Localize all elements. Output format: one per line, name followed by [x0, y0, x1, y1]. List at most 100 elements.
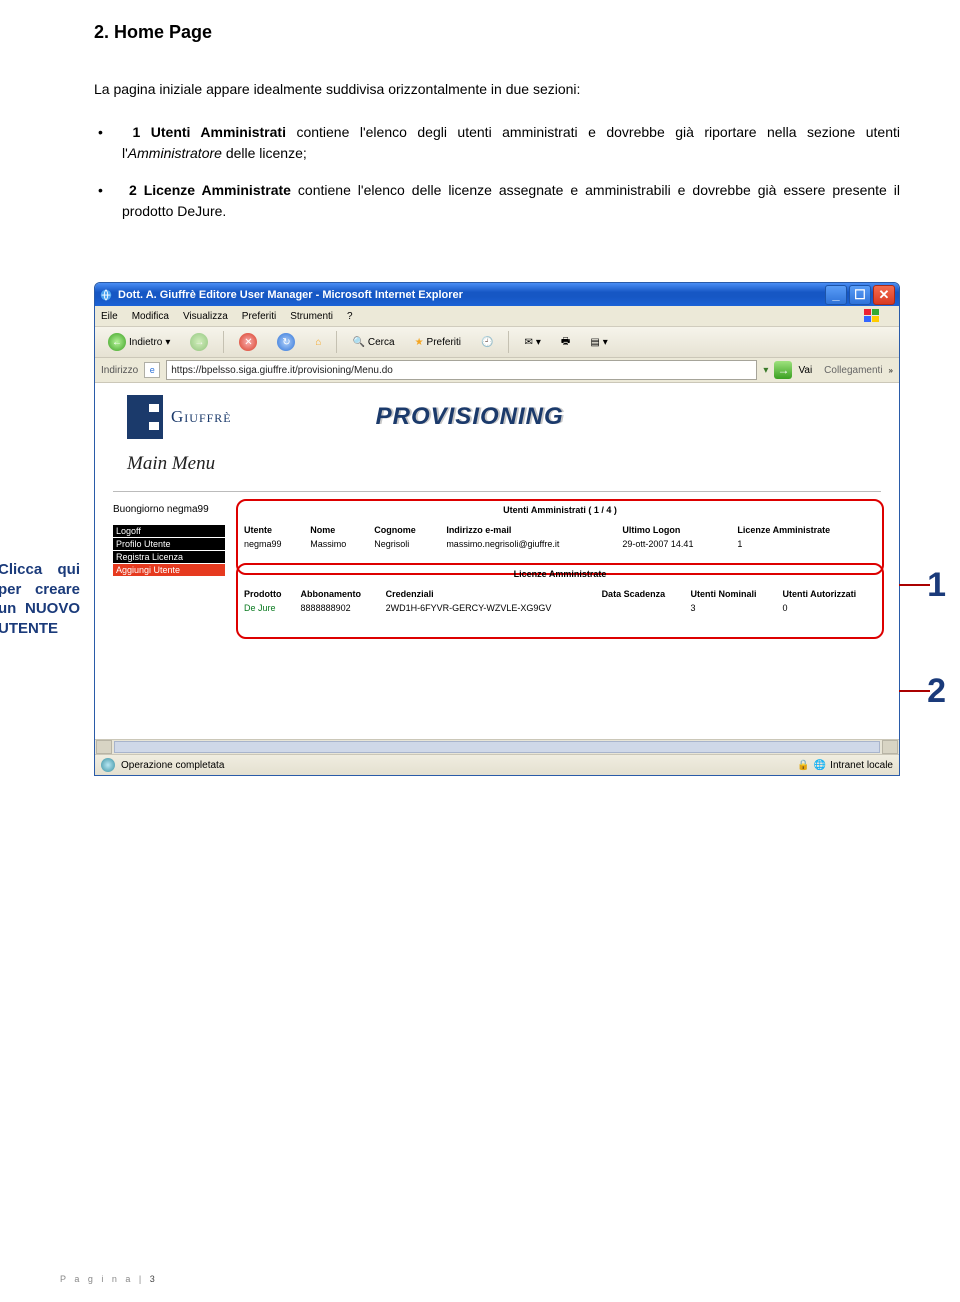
cell-nome: Massimo [306, 537, 370, 551]
windows-flag-icon [863, 308, 881, 324]
col-credenziali: Credenziali [382, 587, 598, 601]
sidebar-link-profile[interactable]: Profilo Utente [113, 538, 225, 550]
address-bar: Indirizzo e https://bpelsso.siga.giuffre… [95, 358, 899, 383]
toolbar: ← Indietro ▾ → ✕ ↻ ⌂ 🔍Cerca ★Preferiti 🕘… [95, 327, 899, 358]
status-icon [101, 758, 115, 772]
table-row: negma99 Massimo Negrisoli massimo.negris… [240, 537, 880, 551]
links-label[interactable]: Collegamenti [824, 365, 882, 376]
print-icon: 🖶 [561, 334, 570, 351]
intro-text: La pagina iniziale appare idealmente sud… [94, 79, 900, 100]
col-email: Indirizzo e-mail [442, 523, 618, 537]
col-nome: Nome [306, 523, 370, 537]
mail-icon: ✉ [524, 337, 532, 348]
users-box: Utenti Amministrati ( 1 / 4 ) Utente Nom… [239, 504, 881, 552]
window-close-button[interactable]: ✕ [873, 285, 895, 305]
mail-button[interactable]: ✉▾ [517, 330, 547, 354]
print-button[interactable]: 🖶 [554, 330, 577, 354]
history-button[interactable]: 🕘 [474, 330, 500, 354]
brand-text: Giuffrè [171, 407, 232, 427]
search-button[interactable]: 🔍Cerca [345, 330, 401, 354]
go-button[interactable]: → [774, 361, 792, 379]
refresh-icon: ↻ [277, 333, 295, 351]
page-icon: e [144, 362, 160, 378]
address-label: Indirizzo [101, 365, 138, 376]
brand-logo: Giuffrè [127, 395, 232, 439]
back-icon: ← [108, 333, 126, 351]
refresh-button[interactable]: ↻ [270, 330, 302, 354]
licenses-box: Licenze Amministrate Prodotto Abbonament… [239, 568, 881, 616]
separator [223, 331, 224, 353]
bullet-num: 2 [129, 182, 137, 198]
main-panel: Utenti Amministrati ( 1 / 4 ) Utente Nom… [239, 504, 881, 632]
globe-icon: 🌐 [814, 760, 826, 771]
chevron-right-icon: » [889, 366, 893, 375]
history-icon: 🕘 [481, 337, 493, 348]
menu-view[interactable]: Visualizza [183, 311, 228, 322]
stop-button[interactable]: ✕ [232, 330, 264, 354]
cell-logon: 29-ott-2007 14.41 [618, 537, 733, 551]
window-minimize-button[interactable]: _ [825, 285, 847, 305]
sidebar-link-register-license[interactable]: Registra Licenza [113, 551, 225, 563]
licenses-table: Prodotto Abbonamento Credenziali Data Sc… [240, 587, 880, 615]
star-icon: ★ [415, 337, 424, 348]
scroll-left-icon[interactable] [96, 740, 112, 754]
stop-icon: ✕ [239, 333, 257, 351]
menu-tools[interactable]: Strumenti [290, 311, 333, 322]
col-nominali: Utenti Nominali [686, 587, 778, 601]
cell-prodotto: De Jure [240, 601, 297, 615]
menu-favorites[interactable]: Preferiti [242, 311, 276, 322]
go-label: Vai [798, 365, 812, 376]
col-utente: Utente [240, 523, 306, 537]
cell-lic: 1 [733, 537, 880, 551]
callout-text: Clicca qui per creare un NUOVO UTENTE [0, 560, 80, 638]
window-maximize-button[interactable]: ☐ [849, 285, 871, 305]
cell-cognome: Negrisoli [370, 537, 442, 551]
cell-nom: 3 [686, 601, 778, 615]
favorites-button[interactable]: ★Preferiti [408, 330, 468, 354]
chevron-down-icon[interactable]: ▾ [763, 365, 768, 376]
col-prodotto: Prodotto [240, 587, 297, 601]
product-link[interactable]: De Jure [244, 603, 276, 613]
status-bar: Operazione completata 🔒 🌐 Intranet local… [95, 754, 899, 775]
sidebar-link-logoff[interactable]: Logoff [113, 525, 225, 537]
forward-icon: → [190, 333, 208, 351]
back-button[interactable]: ← Indietro ▾ [101, 330, 177, 354]
menu-file[interactable]: Eile [101, 311, 118, 322]
bullet-num: 1 [132, 124, 140, 140]
page-heading: PROVISIONING [376, 403, 564, 431]
col-cognome: Cognome [370, 523, 442, 537]
edit-button[interactable]: ▤▾ [583, 330, 614, 354]
horizontal-scrollbar[interactable] [95, 739, 899, 754]
section-title: 2. Home Page [94, 22, 900, 43]
home-icon: ⌂ [315, 337, 321, 348]
cell-aut: 0 [778, 601, 880, 615]
bullet-em: Amministratore [128, 145, 222, 161]
ie-icon [99, 288, 113, 302]
forward-button[interactable]: → [183, 330, 215, 354]
chevron-down-icon: ▾ [165, 337, 170, 348]
sidebar-link-add-user[interactable]: Aggiungi Utente [113, 564, 225, 576]
home-button[interactable]: ⌂ [308, 330, 328, 354]
menu-help[interactable]: ? [347, 311, 353, 322]
status-text: Operazione completata [121, 760, 224, 771]
url-input[interactable]: https://bpelsso.siga.giuffre.it/provisio… [166, 360, 757, 380]
scroll-right-icon[interactable] [882, 740, 898, 754]
greeting-text: Buongiorno negma99 [113, 504, 225, 515]
menu-edit[interactable]: Modifica [132, 311, 169, 322]
chevron-down-icon: ▾ [603, 337, 608, 348]
lock-icon: 🔒 [797, 760, 809, 771]
chevron-down-icon: ▾ [536, 337, 541, 348]
menu-bar: Eile Modifica Visualizza Preferiti Strum… [95, 306, 899, 327]
window-title: Dott. A. Giuffrè Editore User Manager - … [118, 289, 825, 301]
main-menu-title: Main Menu [127, 453, 881, 475]
table-row: De Jure 8888888902 2WD1H-6FYVR-GERCY-WZV… [240, 601, 880, 615]
cell-abb: 8888888902 [297, 601, 382, 615]
edit-icon: ▤ [590, 337, 599, 348]
col-logon: Ultimo Logon [618, 523, 733, 537]
col-autorizzati: Utenti Autorizzati [778, 587, 880, 601]
browser-window: Dott. A. Giuffrè Editore User Manager - … [94, 282, 900, 776]
window-title-bar: Dott. A. Giuffrè Editore User Manager - … [95, 283, 899, 306]
users-box-title: Utenti Amministrati ( 1 / 4 ) [240, 505, 880, 515]
search-icon: 🔍 [352, 337, 364, 348]
scroll-thumb[interactable] [114, 741, 880, 753]
